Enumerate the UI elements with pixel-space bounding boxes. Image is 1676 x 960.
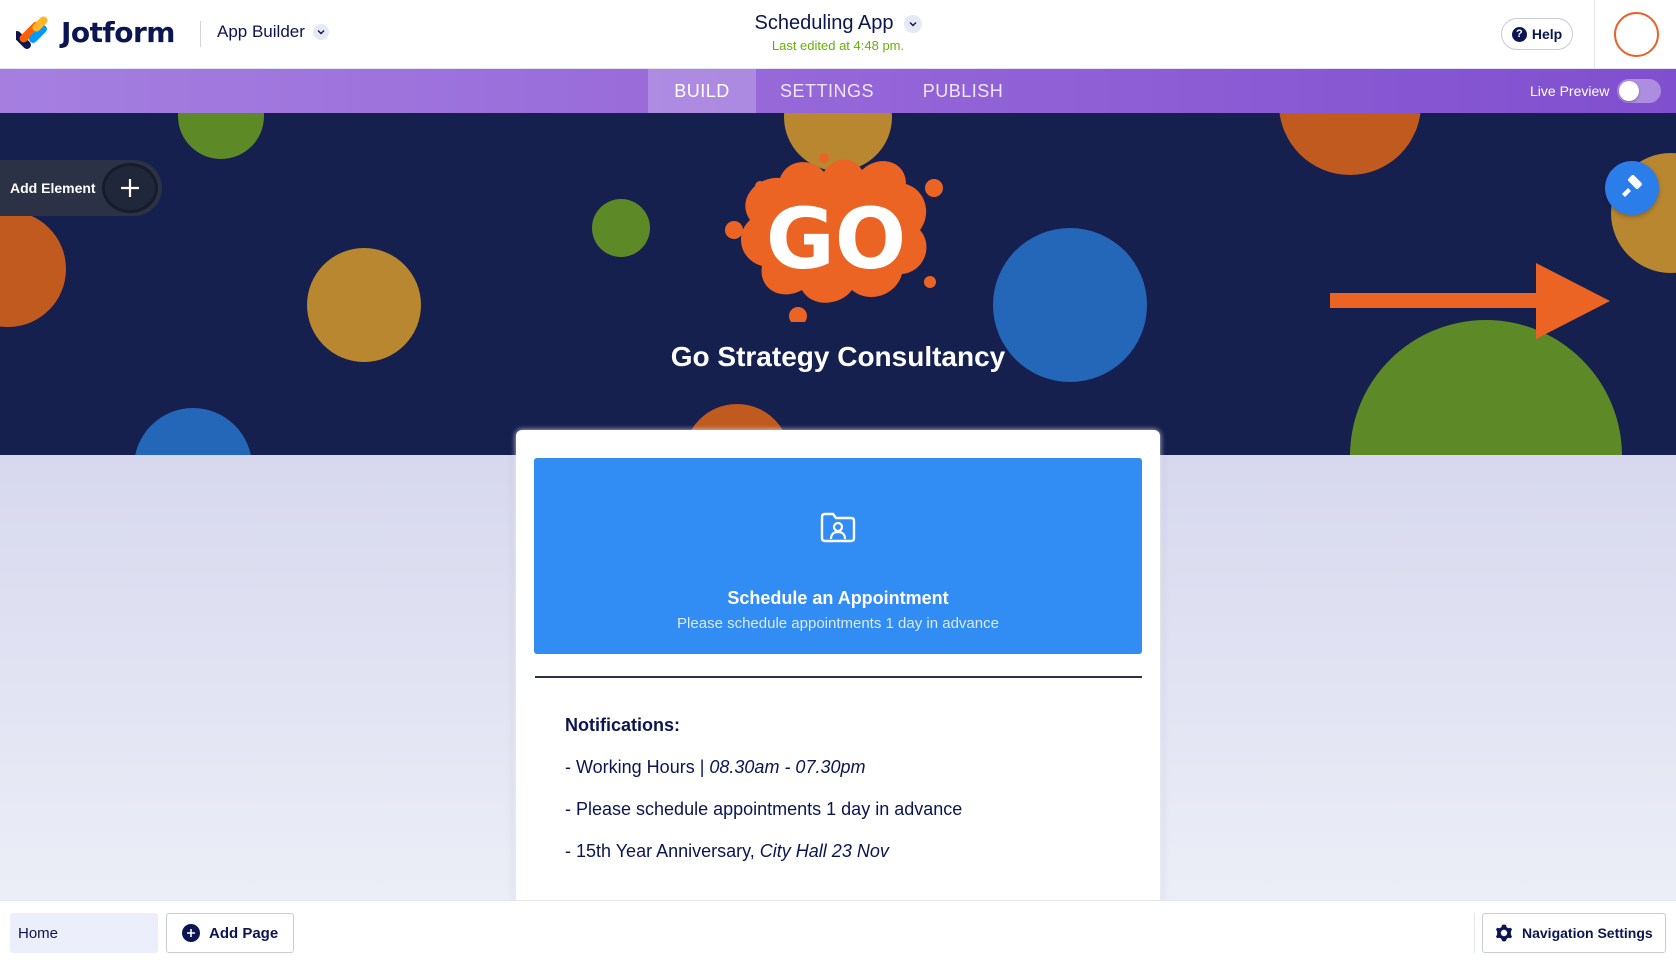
tab-settings[interactable]: SETTINGS (756, 69, 898, 113)
add-element-label: Add Element (10, 180, 96, 196)
jotform-logo-icon (13, 15, 50, 49)
app-builder-dropdown[interactable]: App Builder (217, 22, 329, 42)
notification-text: - 15th Year Anniversary, (565, 841, 760, 861)
live-preview-label: Live Preview (1530, 83, 1610, 99)
decorative-circle (178, 113, 264, 159)
builder-nav-bar: BUILD SETTINGS PUBLISH Live Preview (0, 69, 1676, 113)
notification-emphasis: City Hall 23 Nov (759, 841, 889, 861)
app-designer-button[interactable] (1605, 161, 1659, 215)
page-tab-home[interactable]: Home (10, 913, 158, 953)
live-preview-control: Live Preview (1530, 69, 1662, 113)
toggle-knob (1619, 81, 1640, 101)
tab-build[interactable]: BUILD (648, 69, 756, 113)
plus-icon (102, 163, 158, 213)
decorative-circle (134, 408, 252, 455)
chevron-down-icon (312, 24, 329, 40)
chevron-down-icon (903, 14, 922, 33)
top-header: Jotform App Builder Scheduling App Last … (0, 0, 1676, 69)
notification-emphasis: 08.30am - 07.30pm (709, 757, 866, 777)
add-element-button[interactable]: Add Element (0, 160, 162, 216)
add-page-label: Add Page (209, 924, 279, 942)
app-builder-label: App Builder (217, 22, 305, 41)
notification-item: - 15th Year Anniversary, City Hall 23 No… (565, 841, 1125, 862)
decorative-circle (0, 211, 66, 327)
app-page-card: Schedule an Appointment Please schedule … (516, 430, 1160, 910)
gear-icon (1496, 924, 1512, 942)
help-button[interactable]: ? Help (1501, 18, 1573, 50)
app-title-dropdown[interactable]: Scheduling App (754, 12, 922, 35)
appointment-title: Schedule an Appointment (727, 588, 949, 608)
header-divider (200, 21, 201, 47)
plus-circle-icon (182, 924, 200, 942)
brand-logo: GO (725, 153, 943, 322)
last-edited-status: Last edited at 4:48 pm. (771, 38, 905, 53)
app-title: Scheduling App (754, 12, 894, 34)
notification-text: - Working Hours | (565, 757, 710, 777)
app-header-banner[interactable]: GO Go Strategy Consultancy (0, 113, 1676, 455)
pages-bar: Home Add Page Navigation Settings (0, 900, 1676, 960)
live-preview-toggle[interactable] (1617, 79, 1662, 103)
user-avatar[interactable] (1614, 12, 1659, 57)
notifications-heading: Notifications: (565, 715, 680, 735)
header-divider (1594, 0, 1595, 69)
decorative-circle (1279, 113, 1421, 175)
notification-item: - Working Hours | 08.30am - 07.30pm (565, 757, 1125, 778)
annotation-arrow (1330, 263, 1610, 339)
question-icon: ? (1511, 26, 1527, 42)
folder-user-icon (820, 512, 856, 543)
business-name: Go Strategy Consultancy (670, 341, 1006, 372)
tab-publish[interactable]: PUBLISH (898, 69, 1028, 113)
brand-logo-text: GO (766, 190, 906, 288)
divider-element[interactable] (535, 676, 1142, 678)
footer-divider (1474, 913, 1475, 953)
logo-wordmark: Jotform (61, 15, 175, 49)
add-page-button[interactable]: Add Page (166, 913, 294, 953)
help-label: Help (1531, 26, 1563, 42)
navigation-settings-label: Navigation Settings (1522, 925, 1653, 941)
notification-item: - Please schedule appointments 1 day in … (565, 799, 1125, 820)
appointment-subtitle: Please schedule appointments 1 day in ad… (677, 615, 999, 632)
schedule-appointment-button[interactable]: Schedule an Appointment Please schedule … (534, 458, 1142, 654)
navigation-settings-button[interactable]: Navigation Settings (1482, 913, 1666, 953)
paint-roller-icon (1622, 175, 1642, 197)
jotform-logo[interactable]: Jotform (13, 15, 175, 49)
notification-text: - Please schedule appointments 1 day in … (565, 799, 963, 819)
app-title-block: Scheduling App Last edited at 4:48 pm. (700, 12, 976, 53)
notifications-text-element[interactable]: Notifications: - Working Hours | 08.30am… (565, 715, 1125, 862)
decorative-circle (592, 199, 650, 257)
